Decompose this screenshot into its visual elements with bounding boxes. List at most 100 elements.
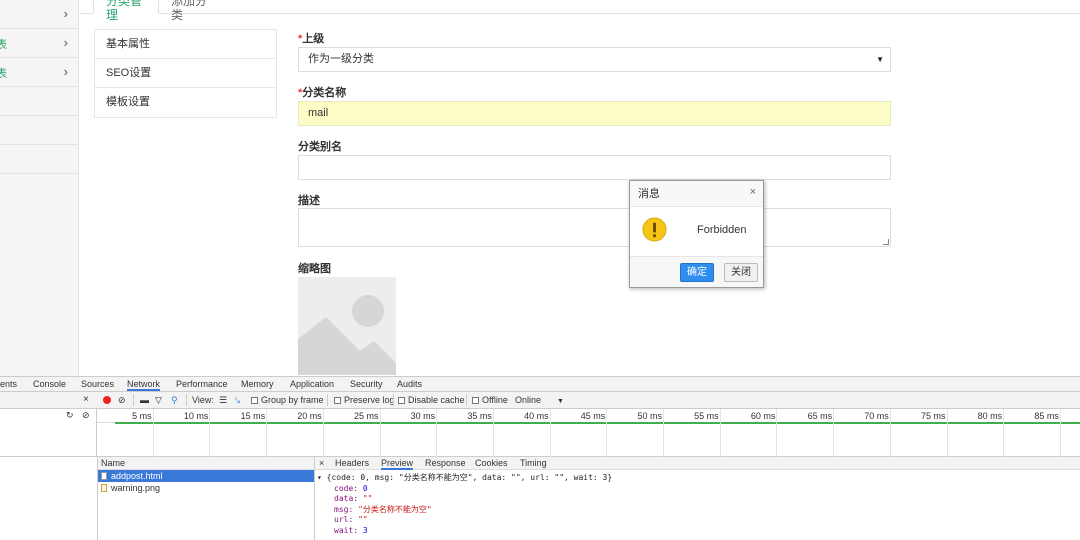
dialog-body: Forbidden (630, 207, 763, 256)
large-rows-icon[interactable]: ☰ (219, 395, 227, 406)
timeline-gridline (889, 409, 891, 457)
timeline-tick-label: 70 ms (864, 411, 889, 421)
tab-performance[interactable]: Performance (176, 379, 228, 389)
close-icon[interactable]: × (750, 179, 756, 205)
tab-category-manage[interactable]: 分类管理 (93, 0, 159, 22)
timeline-gridline (1003, 409, 1005, 457)
view-label: View: (192, 395, 214, 405)
sidebar-item-4[interactable]: ! (0, 87, 78, 116)
parent-select-value: 作为一级分类 (308, 53, 374, 65)
sidebar-item-2[interactable]: 表 › (0, 29, 78, 58)
parent-label: *上级 (298, 33, 325, 45)
name-label: *分类名称 (298, 87, 347, 99)
camera-icon[interactable]: ▬ (140, 395, 149, 405)
json-preview: ▾ {code: 0, msg: "分类名称不能为空", data: "", u… (317, 473, 612, 536)
timeline-tick-label: 80 ms (977, 411, 1003, 421)
dialog-footer: 确定 关闭 (630, 256, 763, 287)
chevron-right-icon: › (63, 64, 68, 79)
section-seo[interactable]: SEO设置 (95, 59, 276, 88)
tab-headers[interactable]: Headers (335, 458, 369, 468)
sidebar-item-6[interactable]: · (0, 145, 78, 174)
tab-memory[interactable]: Memory (241, 379, 274, 389)
tab-audits[interactable]: Audits (397, 379, 422, 389)
parent-select[interactable]: 作为一级分类 ▼ (298, 47, 891, 72)
timeline-gridline (1059, 409, 1061, 457)
timeline-gridline (776, 409, 778, 457)
tab-timing[interactable]: Timing (520, 458, 547, 468)
close-detail-icon[interactable]: × (319, 458, 324, 468)
request-row[interactable]: addpost.html (98, 470, 314, 482)
timeline-gridline (663, 409, 664, 457)
timeline-gridline (266, 409, 268, 457)
timeline-tick-label: 75 ms (920, 411, 946, 421)
tab-security[interactable]: Security (350, 379, 383, 389)
tab-elements[interactable]: ents (0, 379, 17, 389)
tab-add-category[interactable]: 添加分类 (159, 0, 223, 22)
disable-cache-checkbox[interactable]: Disable cache (398, 395, 465, 405)
thumbnail-label: 缩略图 (298, 263, 331, 275)
json-field-code: code: 0 (334, 483, 368, 493)
name-column-header[interactable]: Name (98, 457, 314, 470)
tab-preview[interactable]: Preview (381, 458, 414, 470)
image-placeholder-icon (298, 295, 396, 375)
resize-grip-icon[interactable] (883, 239, 889, 245)
offline-checkbox[interactable]: Offline (472, 395, 508, 405)
timeline-gridline (209, 409, 211, 457)
tab-network[interactable]: Network (127, 379, 161, 391)
timeline-gridline (606, 409, 608, 457)
timeline-gridline (322, 409, 324, 457)
timeline-controls: ↻ ⊘ (0, 409, 97, 457)
sidebar-item-label: 表 (0, 68, 7, 80)
timeline-gridline (379, 409, 381, 457)
timeline-gridline (492, 409, 494, 457)
clear-icon[interactable]: ⊘ (118, 395, 126, 406)
record-icon[interactable] (103, 396, 111, 404)
devtools-tab-bar: ents Console Sources Network Performance… (0, 377, 1080, 392)
confirm-button[interactable]: 确定 (680, 263, 714, 282)
name-input-value: mail (308, 107, 329, 119)
timeline-tick-label: 85 ms (1034, 411, 1059, 421)
refresh-icon[interactable]: ↻ (66, 410, 74, 421)
search-icon[interactable]: ⚲ (171, 395, 178, 406)
section-template[interactable]: 模板设置 (95, 88, 276, 117)
tab-application[interactable]: Application (290, 379, 334, 389)
timeline-tick-label: 25 ms (353, 411, 379, 421)
section-basic[interactable]: 基本属性 (95, 30, 276, 59)
request-list: Name addpost.html warning.png (97, 457, 315, 540)
chevron-right-icon: › (63, 35, 68, 50)
tab-console[interactable]: Console (33, 379, 66, 389)
json-field-url: url: "" (334, 515, 368, 524)
json-summary[interactable]: ▾ {code: 0, msg: "分类名称不能为空", data: "", u… (317, 473, 612, 484)
group-by-frame-checkbox[interactable]: Group by frame (251, 395, 324, 405)
thumbnail-placeholder[interactable] (298, 277, 396, 375)
waterfall-icon[interactable]: ⤥ (235, 395, 240, 406)
devtools-panel: ents Console Sources Network Performance… (0, 376, 1080, 540)
json-field-data: data: "" (334, 494, 373, 503)
sidebar-item-3[interactable]: 表 › (0, 58, 78, 87)
timeline-gridline (946, 409, 948, 457)
clear-icon[interactable]: ⊘ (82, 410, 90, 421)
network-details: Name addpost.html warning.png × Headers … (0, 457, 1080, 540)
alias-input[interactable] (298, 155, 891, 180)
name-input[interactable]: mail (298, 101, 891, 126)
preserve-log-checkbox[interactable]: Preserve log (334, 395, 395, 405)
timeline-gridline (549, 409, 551, 457)
screen: › 表 › 表 › ! ! · 分类管理 添加分类 基本属性 SEO设置 模板设… (0, 0, 1080, 540)
throttle-select[interactable]: Online ▼ (515, 395, 564, 405)
sidebar-item-1[interactable]: › (0, 0, 78, 29)
close-drawer-icon[interactable]: × (83, 394, 89, 405)
timeline-ruler: 5 ms 10 ms 15 ms 20 ms 25 ms 30 ms 35 ms 40 ms 4… (97, 409, 1080, 423)
tab-cookies[interactable]: Cookies (475, 458, 508, 468)
network-toolbar: × ⊘ ▬ ▽ ⚲ View: ☰ ⤥ Group by frame Prese… (0, 392, 1080, 409)
dropdown-caret-icon: ▼ (876, 55, 884, 64)
sidebar-item-5[interactable]: ! (0, 116, 78, 145)
document-icon (101, 472, 107, 480)
tab-sources[interactable]: Sources (81, 379, 114, 389)
network-timeline: ↻ ⊘ 5 ms 10 ms 15 ms 20 ms 25 ms 30 ms 35 ms 40… (0, 409, 1080, 457)
filter-icon[interactable]: ▽ (155, 395, 162, 406)
timeline-tick-label: 15 ms (240, 411, 266, 421)
request-row[interactable]: warning.png (98, 482, 314, 494)
tab-response[interactable]: Response (425, 458, 466, 468)
description-textarea[interactable] (298, 208, 891, 247)
close-button[interactable]: 关闭 (724, 263, 758, 282)
